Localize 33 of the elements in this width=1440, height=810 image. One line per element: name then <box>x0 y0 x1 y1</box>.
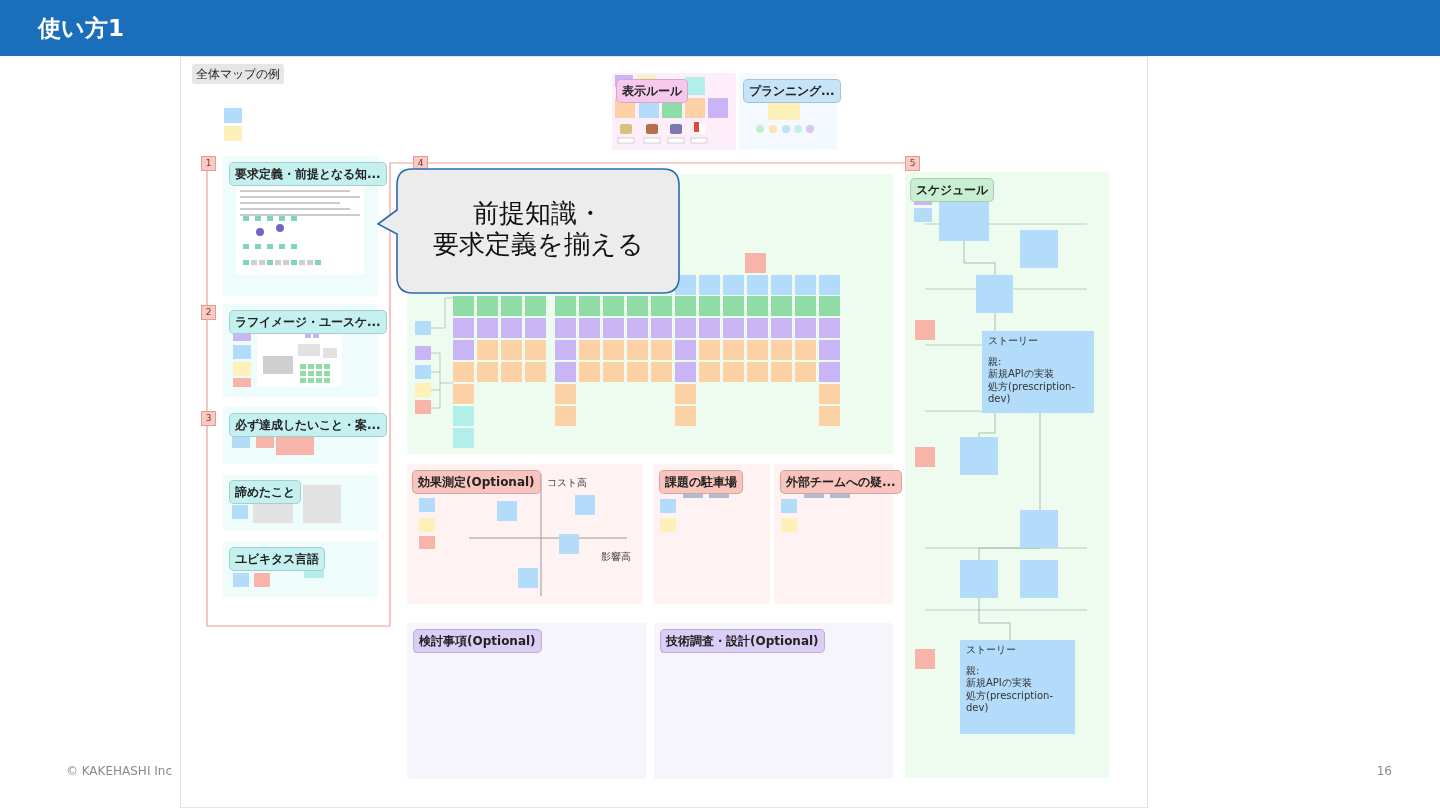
card-text: 新規APIの実装 <box>966 677 1033 690</box>
copyright-text: © KAKEHASHI Inc <box>65 763 172 780</box>
step-number: 1 <box>201 156 216 171</box>
frame-title: 表示ルール <box>616 79 688 103</box>
frame-title: ラフイメージ・ユースケ... <box>229 310 387 334</box>
card-text: 新規APIの実装 <box>988 368 1055 381</box>
sticky-notes-drawing <box>224 108 242 142</box>
frame-title: 技術調査・設計(Optional) <box>660 629 825 653</box>
frame-title: 効果測定(Optional) <box>412 470 541 494</box>
axis-label: 影響高 <box>601 550 631 564</box>
step-number: 5 <box>905 156 920 171</box>
frame-title: ユビキタス言語 <box>229 547 325 571</box>
frame-title: 検討事項(Optional) <box>413 629 542 653</box>
card-heading: ストーリー <box>988 335 1039 348</box>
frame-title: 課題の駐車場 <box>659 470 743 494</box>
frame-title: 要求定義・前提となる知... <box>229 162 387 186</box>
card-text: 親: <box>966 664 981 677</box>
frame-title: 諦めたこと <box>229 480 301 504</box>
slide-title: 使い方1 <box>38 13 124 43</box>
frame-title: 必ず達成したいこと・案... <box>229 413 387 437</box>
page-number: 16 <box>1376 763 1392 780</box>
callout-text: 前提知識・ 要求定義を揃える <box>431 198 645 262</box>
frame-title: スケジュール <box>910 178 994 202</box>
frame-title: 外部チームへの疑... <box>780 470 902 494</box>
card-heading: ストーリー <box>966 644 1017 657</box>
step-number: 2 <box>201 305 216 320</box>
board-label: 全体マップの例 <box>192 64 284 84</box>
axis-label: コスト高 <box>547 476 587 490</box>
card-text: 親: <box>988 355 1003 368</box>
frame-title: プランニング... <box>743 79 841 103</box>
card-text: 処方(prescription-dev) <box>988 380 1076 406</box>
step-number: 3 <box>201 411 216 426</box>
card-text: 処方(prescription-dev) <box>966 689 1054 715</box>
